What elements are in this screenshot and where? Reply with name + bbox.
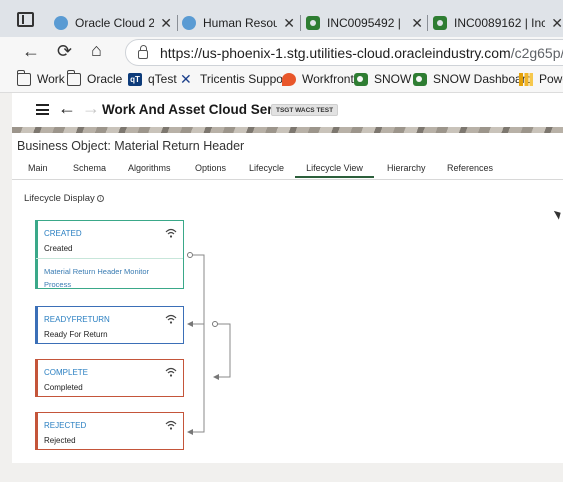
close-tab-icon[interactable]: ✕	[283, 15, 295, 32]
browser-tab-strip: Oracle Cloud 2023 ✕ Human Resources ✕ IN…	[0, 0, 563, 37]
folder-icon	[17, 69, 31, 86]
tricentis-icon: ✕	[180, 70, 192, 87]
monitor-signal-icon	[165, 364, 177, 382]
state-color-stripe	[35, 306, 38, 344]
tab-lifecycle[interactable]: Lifecycle	[249, 163, 284, 173]
panel-footer	[12, 463, 563, 482]
close-tab-icon[interactable]: ✕	[551, 15, 563, 32]
state-card-created[interactable]: CREATED Created Material Return Header M…	[35, 220, 184, 289]
bookmark-power[interactable]: Power	[519, 72, 563, 86]
app-header: ← → Work And Asset Cloud Service TSGT WA…	[12, 93, 563, 127]
state-color-stripe	[35, 412, 38, 450]
folder-icon	[67, 69, 81, 86]
qtest-icon: qT	[128, 72, 142, 86]
tab-hierarchy[interactable]: Hierarchy	[387, 163, 426, 173]
browser-tab-title: INC0089162 | Incident	[454, 16, 546, 30]
state-algorithm-link[interactable]: Material Return Header Monitor Process	[36, 258, 183, 289]
browser-tab-title: Oracle Cloud 2023	[75, 16, 155, 30]
bookmark-snow[interactable]: SNOW	[354, 72, 411, 86]
app-back-arrow-icon[interactable]: ←	[58, 98, 76, 119]
browser-tab[interactable]: INC0089162 | Incident ✕	[433, 9, 563, 37]
monitor-signal-icon	[165, 417, 177, 435]
browser-navigation-bar: ← ⟳ ⌂ https://us-phoenix-1.stg.utilities…	[0, 37, 563, 68]
monitor-signal-icon	[165, 225, 177, 243]
state-description: Ready For Return	[44, 330, 108, 339]
state-card-readyfreturn[interactable]: READYFRETURN Ready For Return	[35, 306, 184, 344]
oracle-icon	[182, 16, 196, 30]
lifecycle-display-label: Lifecycle Display i	[24, 193, 104, 204]
state-code[interactable]: READYFRETURN	[44, 315, 110, 324]
servicenow-icon	[354, 72, 368, 86]
tab-lifecycle-view[interactable]: Lifecycle View	[295, 163, 374, 178]
bookmark-tricentis-support[interactable]: ✕ Tricentis Support	[180, 70, 291, 87]
url-host: https://us-phoenix-1.stg.utilities-cloud…	[160, 44, 511, 61]
bookmark-oracle[interactable]: Oracle	[67, 69, 123, 86]
state-description: Completed	[44, 383, 83, 392]
app-forward-arrow-icon[interactable]: →	[82, 98, 100, 119]
state-card-rejected[interactable]: REJECTED Rejected	[35, 412, 184, 450]
bookmark-snow-dashboard[interactable]: SNOW Dashboard	[413, 72, 532, 86]
browser-tab-title: INC0095492 | Incident	[327, 16, 405, 30]
state-description: Created	[44, 244, 73, 253]
reload-icon[interactable]: ⟳	[57, 41, 72, 62]
close-tab-icon[interactable]: ✕	[411, 15, 423, 32]
state-code[interactable]: CREATED	[44, 229, 82, 238]
info-icon[interactable]: i	[96, 195, 104, 202]
power-bi-icon	[519, 72, 533, 86]
state-code[interactable]: REJECTED	[44, 421, 86, 430]
bookmark-label: Power	[539, 72, 563, 86]
bookmark-label: Work	[37, 72, 65, 86]
workfront-icon	[282, 72, 296, 86]
state-description: Rejected	[44, 436, 76, 445]
state-card-complete[interactable]: COMPLETE Completed	[35, 359, 184, 397]
servicenow-icon	[306, 16, 320, 30]
browser-tab[interactable]: INC0095492 | Incident ✕	[306, 9, 423, 37]
bookmark-label: Workfront	[302, 72, 354, 86]
state-color-stripe	[35, 359, 38, 397]
bookmarks-bar: Work Oracle qT qTest ✕ Tricentis Support…	[0, 68, 563, 93]
oracle-icon	[54, 16, 68, 30]
bookmark-workfront[interactable]: Workfront	[282, 72, 354, 86]
object-tabs: Main Schema Algorithms Options Lifecycle…	[12, 160, 563, 180]
home-icon[interactable]: ⌂	[91, 40, 102, 61]
bookmark-work[interactable]: Work	[17, 69, 65, 86]
bookmark-label: Oracle	[87, 72, 123, 86]
lock-icon[interactable]	[138, 45, 148, 59]
close-tab-icon[interactable]: ✕	[160, 15, 172, 32]
state-code[interactable]: COMPLETE	[44, 368, 88, 377]
monitor-signal-icon	[165, 311, 177, 329]
browser-tab-title: Human Resources	[203, 16, 278, 30]
url-path: /c2g65p/test/wac/web/c	[510, 44, 563, 61]
page-title: Business Object: Material Return Header	[17, 139, 245, 153]
tab-algorithms[interactable]: Algorithms	[128, 163, 171, 173]
tab-references[interactable]: References	[447, 163, 493, 173]
servicenow-icon	[433, 16, 447, 30]
bookmark-label: SNOW	[374, 72, 412, 86]
back-icon[interactable]: ←	[22, 41, 40, 62]
browser-tab[interactable]: Human Resources ✕	[182, 9, 295, 37]
bookmark-label: SNOW Dashboard	[433, 72, 533, 86]
tab-schema[interactable]: Schema	[73, 163, 106, 173]
app-title: Work And Asset Cloud Service	[102, 102, 299, 117]
browser-tab[interactable]: Oracle Cloud 2023 ✕	[54, 9, 172, 37]
environment-badge: TSGT WACS TEST	[271, 104, 339, 116]
lifecycle-display-text: Lifecycle Display	[24, 193, 95, 204]
address-bar[interactable]: https://us-phoenix-1.stg.utilities-cloud…	[125, 39, 563, 66]
bookmark-label: Tricentis Support	[200, 72, 291, 86]
mouse-cursor-icon	[553, 208, 563, 220]
bookmark-qtest[interactable]: qT qTest	[128, 72, 177, 86]
hamburger-menu-icon[interactable]	[36, 104, 49, 115]
window-menu-icon[interactable]	[17, 12, 34, 27]
servicenow-icon	[413, 72, 427, 86]
bookmark-label: qTest	[148, 72, 177, 86]
tab-options[interactable]: Options	[195, 163, 226, 173]
tab-main[interactable]: Main	[28, 163, 48, 173]
